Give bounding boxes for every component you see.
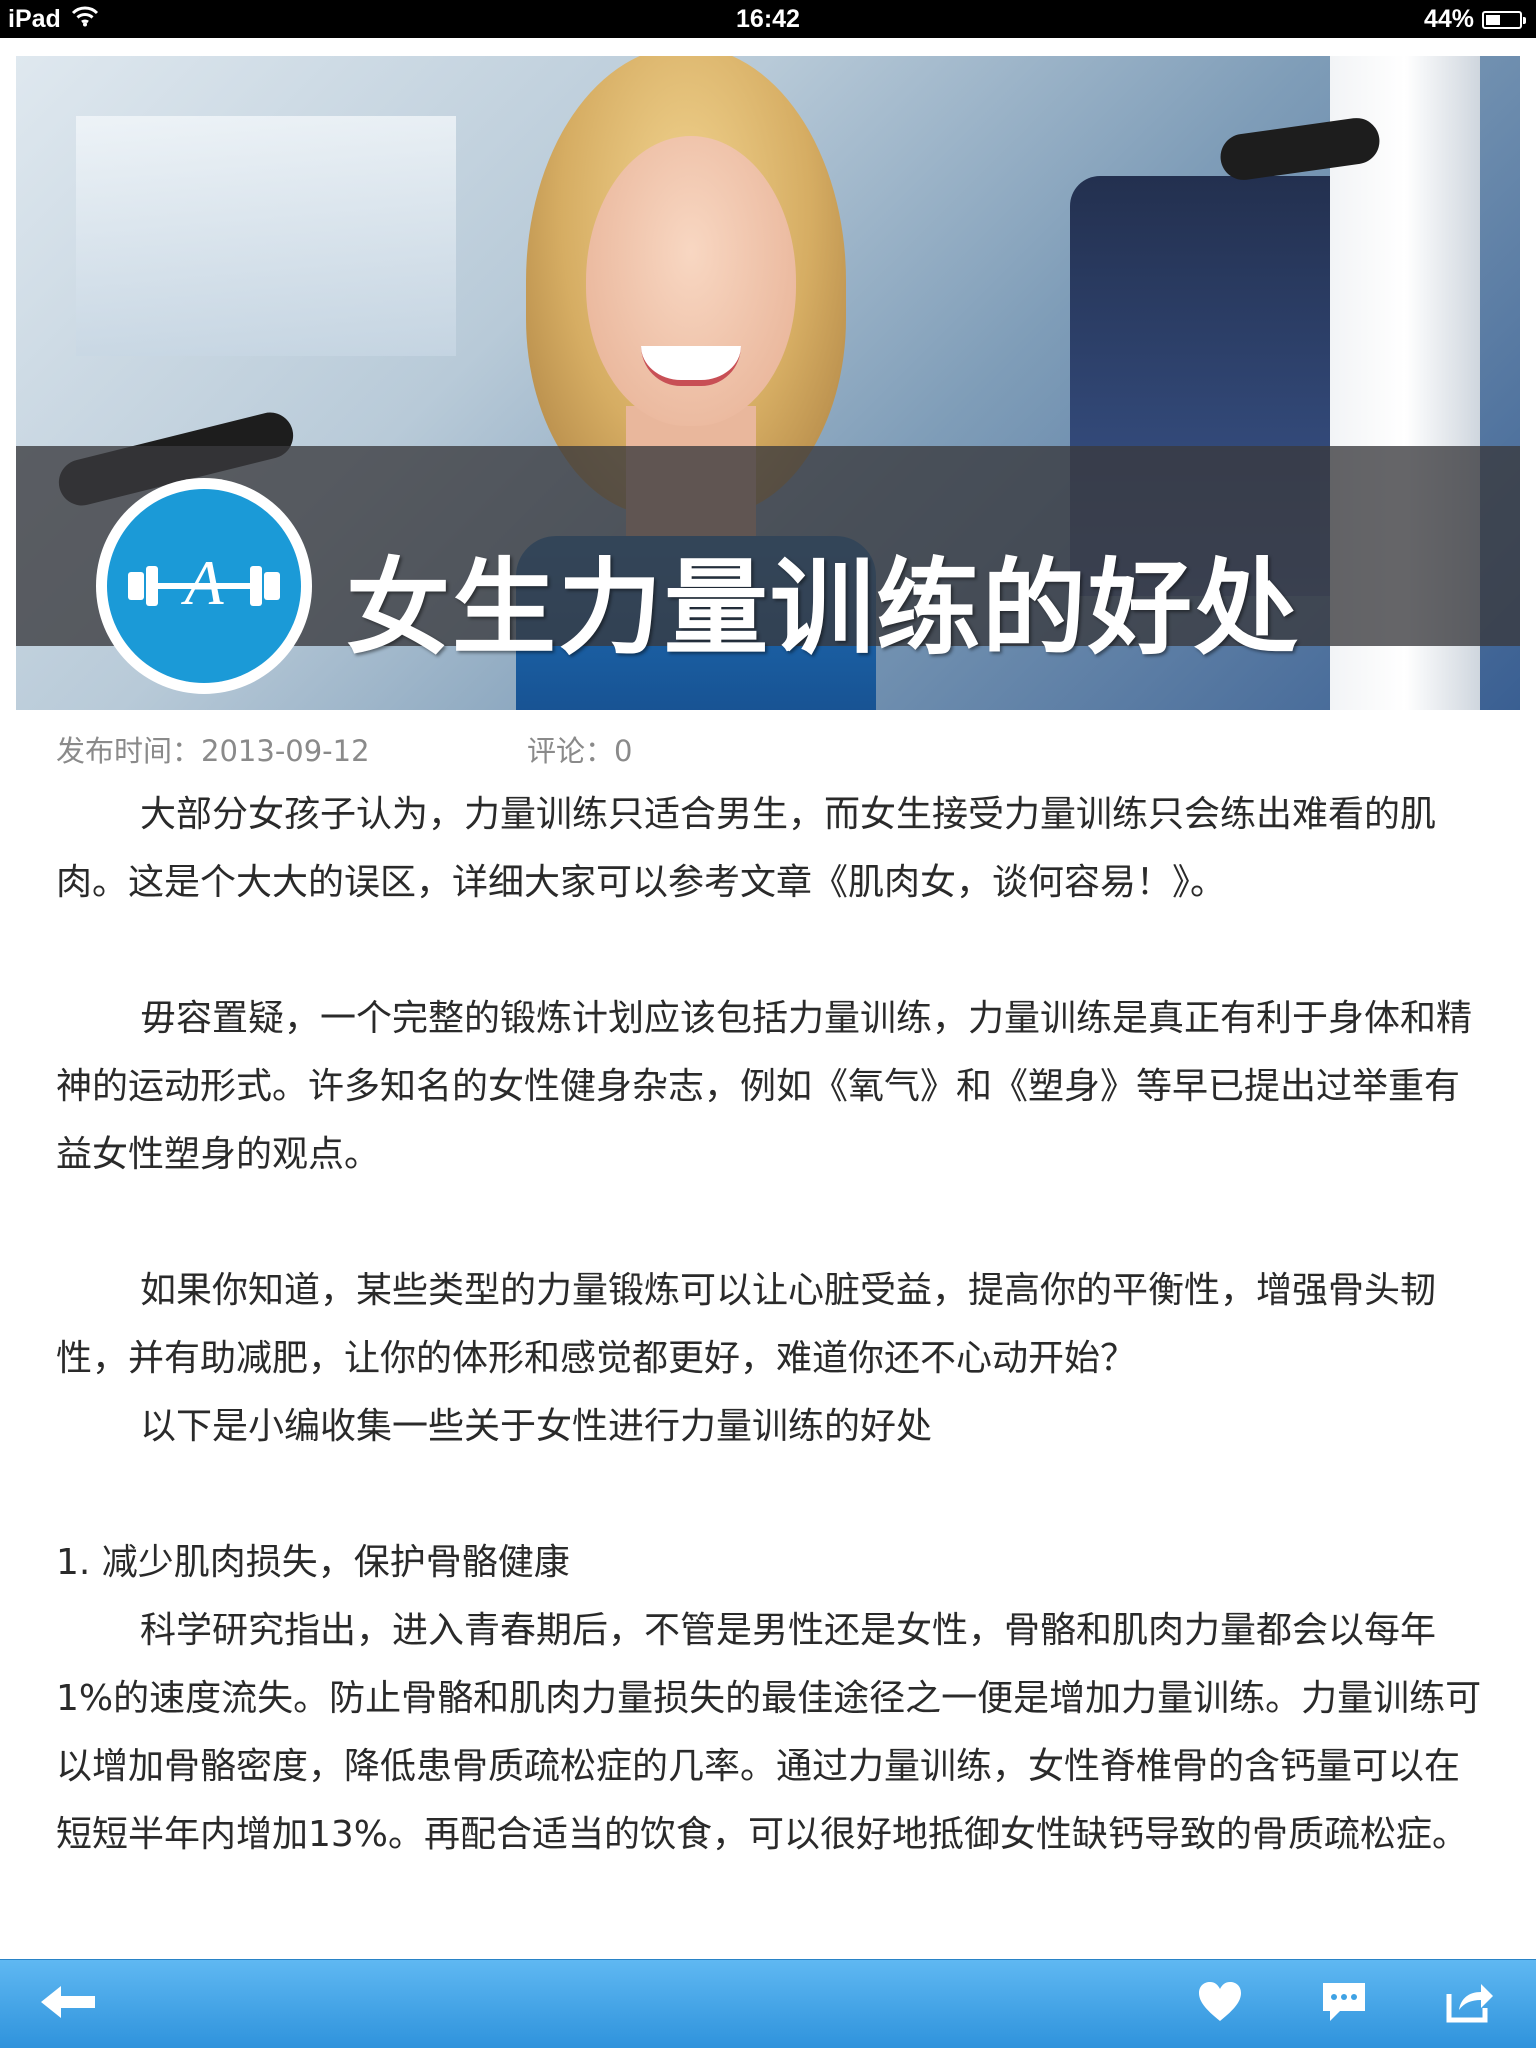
battery-percent: 44% [1423,5,1474,33]
comments-label: 评论： [527,734,615,768]
dumbbell-logo-icon: A [107,489,301,683]
article-paragraph: 科学研究指出，进入青春期后，不管是男性还是女性，骨骼和肌肉力量都会以每年 1%的… [56,1610,1482,1855]
status-right: 44% [1423,5,1526,34]
back-button[interactable] [38,1976,98,2032]
share-icon [1445,1980,1495,2028]
article-body: 大部分女孩子认为，力量训练只适合男生，而女生接受力量训练只会练出难看的肌肉。这是… [56,781,1484,1869]
hero-image: A 女生力量训练的好处 [16,56,1520,710]
comment-icon [1320,1980,1368,2028]
hero-background-window [76,116,456,356]
comments-count[interactable]: 评论：0 [527,731,632,771]
article-paragraph: 毋容置疑，一个完整的锻炼计划应该包括力量训练，力量训练是真正有利于身体和精神的运… [56,998,1473,1175]
article-paragraph: 如果你知道，某些类型的力量锻炼可以让心脏受益，提高你的平衡性，增强骨头韧性，并有… [56,1270,1437,1379]
article-paragraph: 大部分女孩子认为，力量训练只适合男生，而女生接受力量训练只会练出难看的肌肉。这是… [56,794,1437,903]
publish-date: 2013-09-12 [201,734,370,768]
back-arrow-icon [39,1984,97,2024]
share-button[interactable] [1440,1976,1500,2032]
like-button[interactable] [1190,1976,1250,2032]
comment-button[interactable] [1314,1976,1374,2032]
heart-icon [1197,1981,1243,2027]
section-heading: 1. 减少肌肉损失，保护骨骼健康 [56,1542,570,1583]
status-bar: iPad 16:42 44% [0,0,1536,38]
comments-number: 0 [614,734,633,768]
status-time: 16:42 [736,5,800,33]
article-paragraph: 以下是小编收集一些关于女性进行力量训练的好处 [140,1406,933,1447]
battery-icon [1482,10,1526,29]
logo-letter: A [180,547,224,618]
bottom-toolbar [0,1959,1536,2048]
battery-fill [1486,14,1500,25]
article-meta: 发布时间：2013-09-12 评论：0 [56,731,632,771]
publish-label: 发布时间： [56,734,202,768]
hero-logo: A [96,478,312,694]
hero-title: 女生力量训练的好处 [346,547,1301,669]
